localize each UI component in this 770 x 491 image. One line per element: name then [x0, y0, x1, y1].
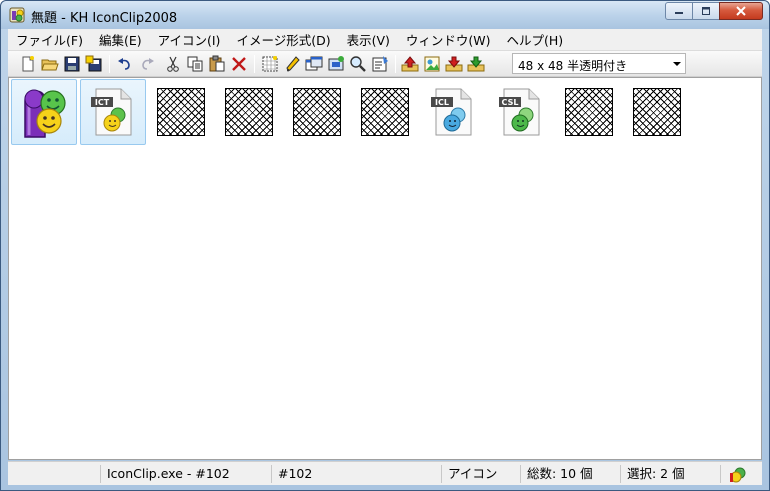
icon-format-select[interactable]: 48 x 48 半透明付き [512, 53, 686, 74]
empty-icon [157, 88, 205, 136]
save-icon[interactable] [63, 55, 81, 73]
menu-window[interactable]: ウィンドウ(W) [398, 30, 499, 49]
empty-icon [293, 88, 341, 136]
icon-item[interactable] [216, 79, 282, 145]
select-grid-icon[interactable] [261, 55, 279, 73]
window-title: 無題 - KH IconClip2008 [31, 11, 178, 26]
app-window: 無題 - KH IconClip2008 ファイル(F) 編集(E) アイコン(… [0, 0, 770, 491]
icon-item[interactable]: CSL [488, 79, 554, 145]
maximize-icon [702, 7, 710, 15]
open-folder-icon[interactable] [41, 55, 59, 73]
undo-icon[interactable] [116, 55, 134, 73]
status-total: 総数: 10 個 [520, 465, 620, 483]
empty-icon [565, 88, 613, 136]
menu-file[interactable]: ファイル(F) [8, 30, 91, 49]
app-icon [24, 89, 66, 138]
status-resource-id: #102 [271, 465, 441, 483]
menu-bar: ファイル(F) 編集(E) アイコン(I) イメージ形式(D) 表示(V) ウィ… [8, 29, 762, 51]
icon-item[interactable]: ICL [420, 79, 486, 145]
icon-item[interactable] [556, 79, 622, 145]
empty-icon [633, 88, 681, 136]
icl-file-icon: ICL [431, 88, 472, 136]
import-icon[interactable] [445, 55, 463, 73]
menu-icon[interactable]: アイコン(I) [150, 30, 229, 49]
save-all-icon[interactable] [85, 55, 103, 73]
pencil-icon[interactable] [283, 55, 301, 73]
close-button[interactable] [719, 2, 763, 20]
download-icon[interactable] [467, 55, 485, 73]
title-bar[interactable]: 無題 - KH IconClip2008 [1, 1, 769, 29]
menu-view[interactable]: 表示(V) [339, 30, 398, 49]
export-icon[interactable] [327, 55, 345, 73]
csl-file-icon: CSL [499, 88, 540, 136]
toolbar: 48 x 48 半透明付き [8, 51, 762, 77]
cut-icon[interactable] [164, 55, 182, 73]
csl-file-label: CSL [502, 98, 519, 107]
delete-icon[interactable] [230, 55, 248, 73]
paste-icon[interactable] [208, 55, 226, 73]
icon-item[interactable] [624, 79, 690, 145]
close-icon [736, 6, 746, 16]
empty-icon [225, 88, 273, 136]
icon-list[interactable]: ICT ICL CSL [8, 77, 762, 460]
status-type: アイコン [441, 465, 521, 483]
app-icon[interactable] [9, 7, 25, 23]
menu-edit[interactable]: 編集(E) [91, 30, 150, 49]
menu-image-format[interactable]: イメージ形式(D) [228, 30, 338, 49]
copy-window-icon[interactable] [305, 55, 323, 73]
upload-icon[interactable] [401, 55, 419, 73]
properties-icon[interactable] [371, 55, 389, 73]
chevron-down-icon [673, 62, 681, 66]
ict-file-label: ICT [95, 98, 110, 107]
ict-file-icon: ICT [91, 88, 132, 136]
redo-icon[interactable] [138, 55, 156, 73]
maximize-button[interactable] [692, 2, 720, 20]
minimize-button[interactable] [665, 2, 693, 20]
new-file-icon[interactable] [19, 55, 37, 73]
status-source: IconClip.exe - #102 [100, 465, 270, 483]
icon-item[interactable] [352, 79, 418, 145]
zoom-icon[interactable] [349, 55, 367, 73]
icon-item[interactable] [284, 79, 350, 145]
icon-item[interactable] [11, 79, 77, 145]
minimize-icon [675, 12, 683, 14]
status-indicator [720, 465, 760, 483]
icl-file-label: ICL [435, 98, 449, 107]
copy-icon[interactable] [186, 55, 204, 73]
menu-help[interactable]: ヘルプ(H) [499, 30, 572, 49]
icon-format-value: 48 x 48 半透明付き [518, 59, 628, 73]
image-icon[interactable] [423, 55, 441, 73]
icon-item[interactable]: ICT [80, 79, 146, 145]
status-bar: IconClip.exe - #102 #102 アイコン 総数: 10 個 選… [8, 461, 762, 485]
status-selected: 選択: 2 個 [620, 465, 720, 483]
app-status-icon [730, 467, 746, 482]
empty-icon [361, 88, 409, 136]
icon-item[interactable] [148, 79, 214, 145]
